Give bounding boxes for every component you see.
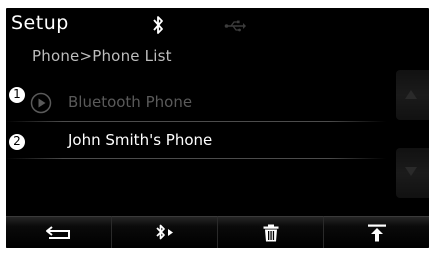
- phone-list: Bluetooth Phone John Smith's Phone: [6, 76, 394, 206]
- page-title: Setup: [11, 12, 69, 34]
- head-unit-screen: Setup Phone>Phone List Bluetooth Phone J…: [6, 8, 429, 248]
- list-divider: [6, 158, 386, 159]
- trash-icon: [263, 224, 278, 241]
- arrow-down-icon: [405, 167, 417, 176]
- bluetooth-play-icon: [155, 224, 173, 239]
- bottom-toolbar: [6, 216, 429, 248]
- bluetooth-icon: [149, 14, 167, 36]
- home-button[interactable]: [323, 216, 429, 248]
- scroll-up-button[interactable]: [396, 70, 429, 120]
- callout-2: 2: [8, 133, 26, 151]
- back-arrow-icon: [45, 225, 70, 239]
- play-circle-icon: [30, 92, 52, 114]
- usb-icon: [224, 18, 246, 32]
- scrollbar[interactable]: [396, 70, 429, 202]
- upload-arrow-icon: [367, 224, 386, 241]
- scroll-down-button[interactable]: [396, 148, 429, 198]
- arrow-up-icon: [405, 90, 417, 99]
- callout-1: 1: [8, 86, 26, 104]
- top-bar: Setup: [6, 8, 429, 42]
- breadcrumb: Phone>Phone List: [32, 47, 172, 65]
- delete-button[interactable]: [217, 216, 323, 248]
- list-item-bluetooth-phone[interactable]: Bluetooth Phone: [6, 84, 394, 124]
- list-item-label: John Smith's Phone: [68, 131, 213, 149]
- bluetooth-connect-button[interactable]: [111, 216, 217, 248]
- list-item-john-smiths-phone[interactable]: John Smith's Phone: [6, 122, 394, 162]
- list-item-label: Bluetooth Phone: [68, 93, 193, 111]
- back-button[interactable]: [6, 216, 111, 248]
